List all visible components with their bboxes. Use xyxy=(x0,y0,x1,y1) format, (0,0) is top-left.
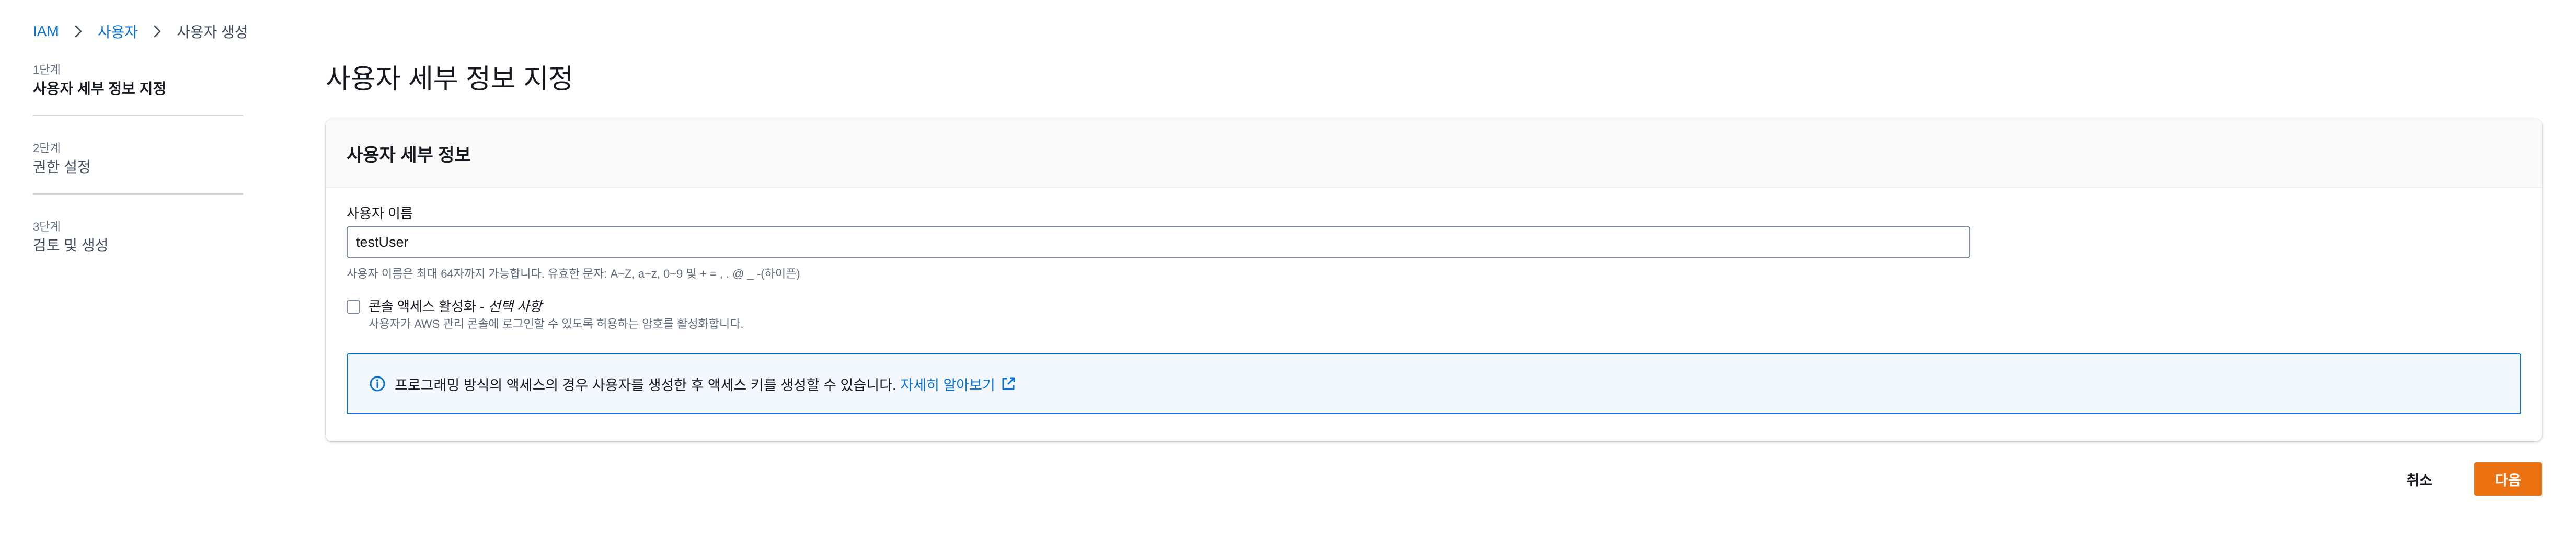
step-title: 검토 및 생성 xyxy=(33,237,109,254)
console-access-label-text: 콘솔 액세스 활성화 - xyxy=(369,299,488,314)
chevron-right-icon xyxy=(154,25,161,38)
step-number: 3단계 xyxy=(33,220,61,233)
info-alert-text: 프로그래밍 방식의 액세스의 경우 사용자를 생성한 후 액세스 키를 생성할 … xyxy=(395,377,896,393)
console-access-label[interactable]: 콘솔 액세스 활성화 - 선택 사항 xyxy=(369,297,744,316)
info-alert: 프로그래밍 방식의 액세스의 경우 사용자를 생성한 후 액세스 키를 생성할 … xyxy=(347,353,2521,414)
create-user-page: IAM 사용자 사용자 생성 1단계 사용자 세부 정보 지정 2단계 권한 설… xyxy=(0,0,2576,549)
external-link-icon xyxy=(1000,376,1016,392)
console-access-text: 콘솔 액세스 활성화 - 선택 사항 사용자가 AWS 관리 콘솔에 로그인할 … xyxy=(369,297,744,333)
step-number: 2단계 xyxy=(33,142,61,155)
next-button[interactable]: 다음 xyxy=(2474,462,2542,496)
step-title: 권한 설정 xyxy=(33,159,91,175)
console-access-checkbox[interactable] xyxy=(347,300,360,314)
container-title: 사용자 세부 정보 xyxy=(347,145,471,165)
console-access-description: 사용자가 AWS 관리 콘솔에 로그인할 수 있도록 허용하는 암호를 활성화합… xyxy=(369,317,744,330)
page-title: 사용자 세부 정보 지정 xyxy=(326,64,573,95)
info-icon xyxy=(369,375,386,393)
step-number: 1단계 xyxy=(33,63,61,76)
breadcrumb-item-iam[interactable]: IAM xyxy=(33,23,59,40)
wizard-steps: 1단계 사용자 세부 정보 지정 2단계 권한 설정 3단계 검토 및 생성 xyxy=(33,62,243,256)
optional-tag: 선택 사항 xyxy=(488,299,542,314)
step-title: 사용자 세부 정보 지정 xyxy=(33,81,167,97)
console-access-option: 콘솔 액세스 활성화 - 선택 사항 사용자가 AWS 관리 콘솔에 로그인할 … xyxy=(347,297,744,333)
learn-more-label: 자세히 알아보기 xyxy=(900,377,995,393)
step-divider xyxy=(33,193,243,195)
breadcrumb-current: 사용자 생성 xyxy=(177,24,248,40)
username-label: 사용자 이름 xyxy=(347,205,413,221)
step-2: 2단계 권한 설정 xyxy=(33,140,243,178)
step-divider xyxy=(33,115,243,116)
username-input[interactable] xyxy=(347,226,1970,258)
breadcrumb: IAM 사용자 사용자 생성 xyxy=(33,21,248,42)
learn-more-link[interactable]: 자세히 알아보기 xyxy=(900,374,1016,394)
container-header: 사용자 세부 정보 xyxy=(326,119,2542,188)
cancel-button[interactable]: 취소 xyxy=(2396,462,2443,496)
form-actions: 취소 다음 xyxy=(2396,462,2542,496)
step-3: 3단계 검토 및 생성 xyxy=(33,219,243,256)
breadcrumb-item-users[interactable]: 사용자 xyxy=(98,21,138,42)
chevron-right-icon xyxy=(75,25,82,38)
user-details-container: 사용자 세부 정보 사용자 이름 사용자 이름은 최대 64자까지 가능합니다.… xyxy=(326,119,2542,441)
step-1: 1단계 사용자 세부 정보 지정 xyxy=(33,62,243,99)
username-constraint-text: 사용자 이름은 최대 64자까지 가능합니다. 유효한 문자: A~Z, a~z… xyxy=(347,267,800,280)
